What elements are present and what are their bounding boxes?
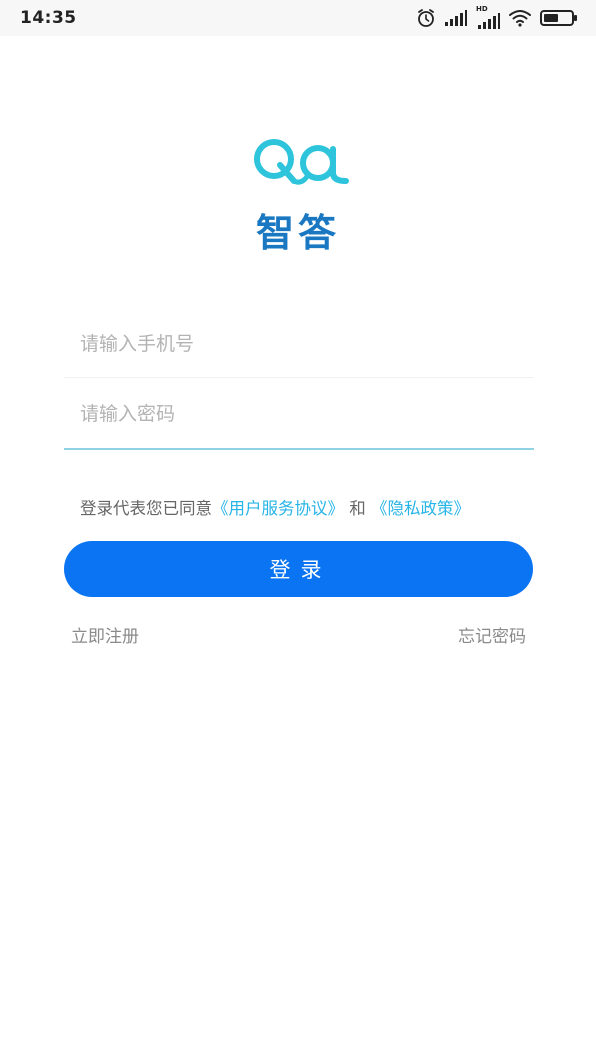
phone-input[interactable] — [80, 310, 534, 377]
agreement-prefix: 登录代表您已同意 — [80, 499, 212, 518]
phone-field — [64, 310, 534, 378]
user-agreement-link[interactable]: 《用户服务协议》 — [212, 499, 344, 518]
forgot-password-link[interactable]: 忘记密码 — [458, 622, 526, 647]
hd-signal-icon: HD — [476, 5, 500, 29]
wifi-icon — [509, 9, 531, 27]
status-icons: HD — [416, 5, 578, 29]
app-name: 智答 — [255, 211, 340, 255]
password-field — [64, 380, 534, 450]
password-input[interactable] — [80, 380, 534, 448]
login-button[interactable]: 登录 — [64, 541, 533, 597]
alarm-icon — [416, 8, 436, 28]
agreement-and: 和 — [349, 499, 366, 518]
status-bar: 14:35 HD — [0, 0, 596, 36]
register-link[interactable]: 立即注册 — [71, 622, 139, 647]
battery-icon — [540, 10, 578, 26]
app-logo — [250, 135, 352, 189]
agreement-text: 登录代表您已同意《用户服务协议》 和 《隐私政策》 — [80, 495, 470, 519]
cellular-signal-icon — [445, 10, 467, 26]
privacy-policy-link[interactable]: 《隐私政策》 — [371, 499, 470, 518]
status-time: 14:35 — [20, 8, 77, 28]
